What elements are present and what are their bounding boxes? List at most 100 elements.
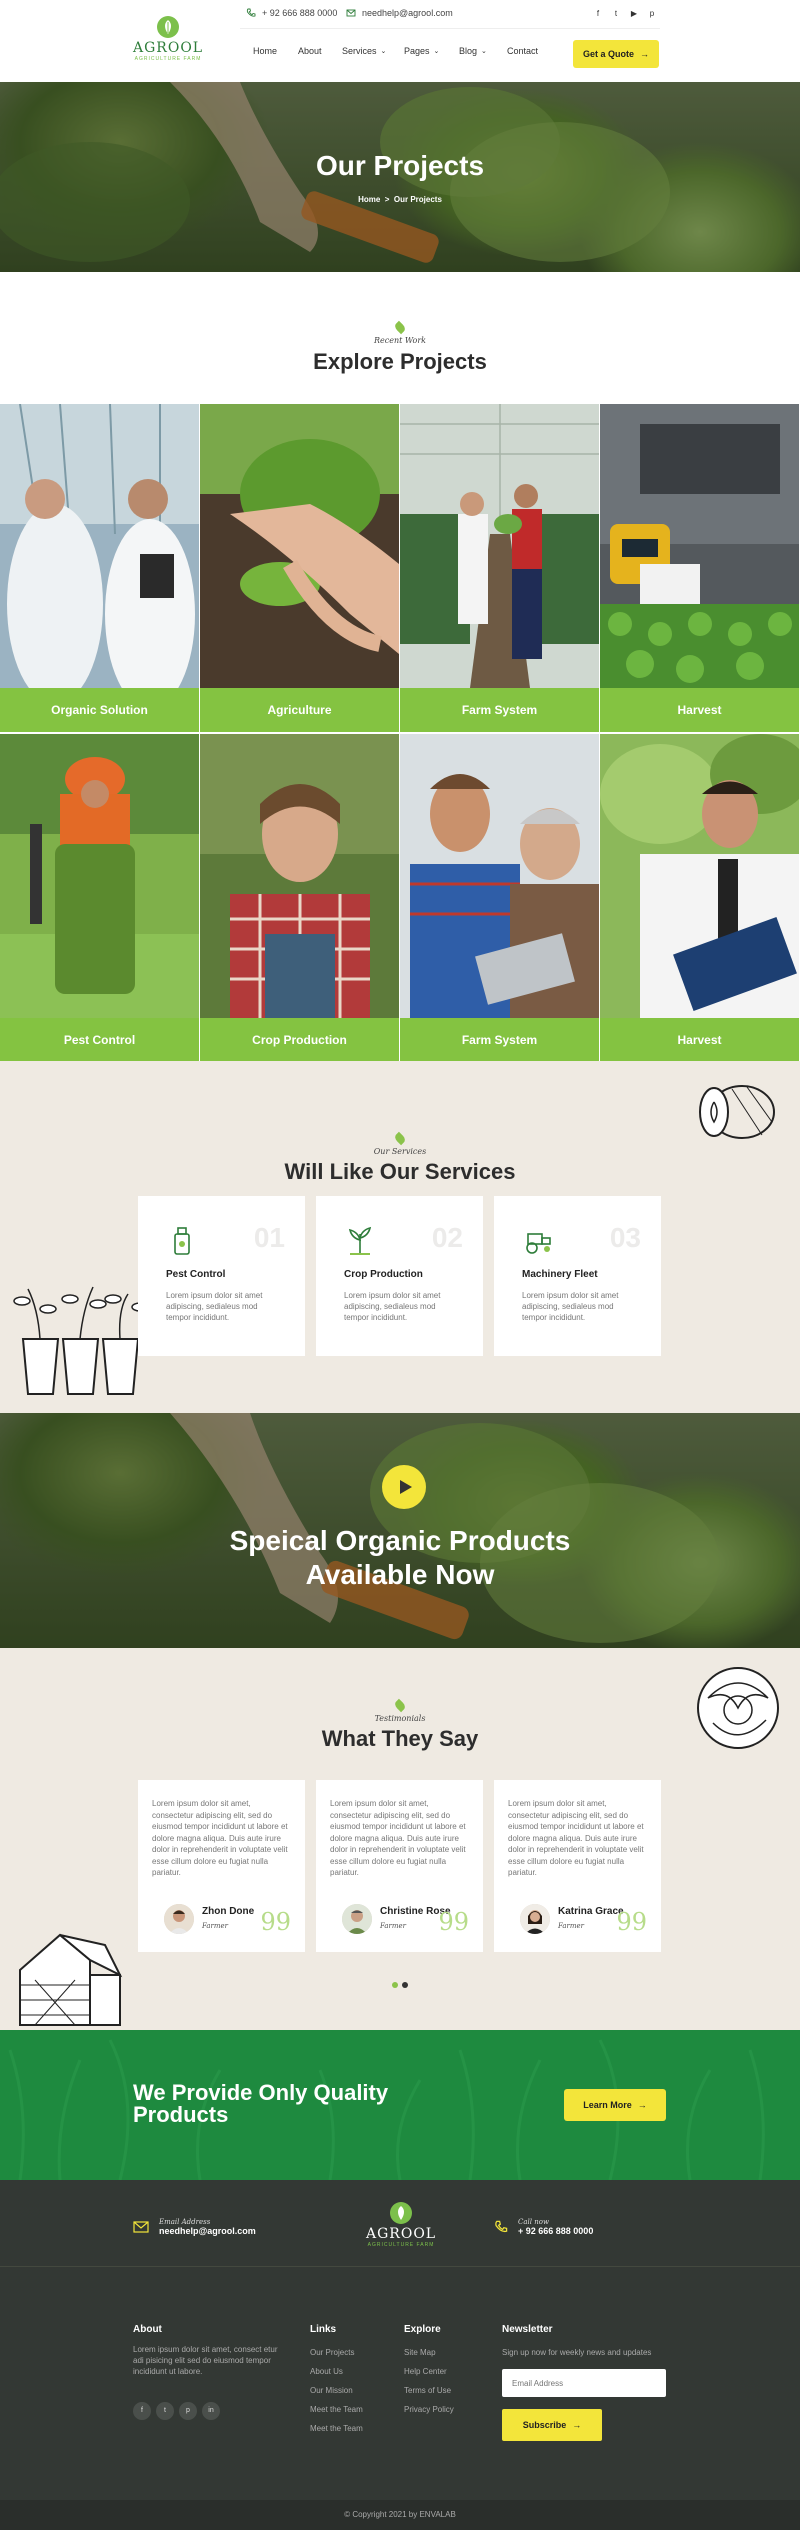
about-text: Lorem ipsum dolor sit amet, consect etur… [133,2345,278,2376]
facebook-icon[interactable]: f [133,2402,151,2420]
services-section: Our Services Will Like Our Services 01 P… [0,1061,800,1413]
footer-link[interactable]: Meet the Team [310,2405,363,2414]
chevron-down-icon: ⌄ [433,48,440,55]
twitter-icon[interactable]: t [156,2402,174,2420]
footer-divider [0,2266,800,2267]
project-label: Harvest [600,1018,799,1062]
project-card[interactable]: Organic Solution [0,404,199,738]
service-card[interactable]: 03 Machinery Fleet Lorem ipsum dolor sit… [494,1196,661,1356]
page-hero: Our Projects Home > Our Projects [0,82,800,272]
explore-subtitle: Recent Work [373,336,427,345]
testimonial-text: Lorem ipsum dolor sit amet, consectetur … [152,1799,288,1877]
main-nav: AGROOL AGRICULTURE FARM Home About Servi… [0,16,800,82]
nav-contact[interactable]: Contact [507,46,538,56]
project-label: Farm System [400,688,599,732]
project-card[interactable]: Harvest [600,404,799,738]
copyright-bar: © Copyright 2021 by ENVALAB [0,2500,800,2530]
learn-more-button[interactable]: Learn More → [564,2089,666,2121]
services-subtitle: Our Services [373,1147,427,1156]
service-title: Crop Production [344,1269,423,1280]
avatar [520,1904,550,1934]
subscribe-label: Subscribe [522,2420,567,2430]
slider-dot[interactable] [402,1982,408,1988]
service-card[interactable]: 01 Pest Control Lorem ipsum dolor sit am… [138,1196,305,1356]
footer-email-block[interactable]: Email Address needhelp@agrool.com [133,2218,256,2236]
project-label: Harvest [600,688,799,732]
instagram-icon[interactable]: in [202,2402,220,2420]
service-title: Pest Control [166,1269,226,1280]
pinterest-icon[interactable]: p [646,8,658,20]
testimonial-name: Zhon Done [202,1906,255,1917]
testimonials-title: What They Say [321,1726,479,1751]
email-contact[interactable]: needhelp@agrool.com [346,8,453,18]
breadcrumb: Home > Our Projects [0,195,800,204]
site-footer: Email Address needhelp@agrool.com AGROOL … [0,2180,800,2500]
nav-about[interactable]: About [298,46,322,56]
quote-icon: 99 [438,1908,469,1936]
nav-pages[interactable]: Pages ⌄ [404,46,439,56]
phone-contact[interactable]: + 92 666 888 0000 [246,8,337,18]
breadcrumb-current: Our Projects [393,195,442,204]
nav-home[interactable]: Home [253,46,277,56]
newsletter-email-input[interactable] [502,2369,666,2397]
testimonial-name: Katrina Grace [558,1906,624,1917]
logo-name: AGROOL [366,2226,437,2242]
project-card[interactable]: Pest Control [0,734,199,1068]
page-title: Our Projects [315,150,485,181]
chevron-down-icon: ⌄ [481,48,487,55]
footer-link[interactable]: Privacy Policy [404,2405,454,2414]
topbar-divider [240,28,660,29]
footer-link[interactable]: About Us [310,2367,343,2376]
project-card[interactable]: Farm System [400,734,599,1068]
footer-phone-block[interactable]: Call now + 92 666 888 0000 [494,2218,593,2236]
video-title-line1: Speical Organic Products [229,1525,571,1556]
site-logo[interactable]: AGROOL AGRICULTURE FARM [133,16,203,62]
service-card[interactable]: 02 Crop Production Lorem ipsum dolor sit… [316,1196,483,1356]
nav-services[interactable]: Services ⌄ [342,46,386,56]
project-card[interactable]: Crop Production [200,734,399,1068]
leaf-icon [393,320,407,335]
spray-bottle-icon [174,1227,190,1255]
video-title-line2: Available Now [305,1559,495,1590]
facebook-icon[interactable]: f [592,8,604,20]
youtube-icon[interactable]: ▶ [628,8,640,20]
subscribe-button[interactable]: Subscribe → [502,2409,602,2441]
arrow-right-icon: → [572,2420,582,2430]
play-button[interactable] [382,1465,426,1509]
footer-link[interactable]: Our Projects [310,2348,354,2357]
tractor-icon [526,1233,551,1254]
logo-name: AGROOL [133,40,204,56]
project-image [0,734,199,1018]
slider-dot-active[interactable] [392,1982,398,1988]
avatar [342,1904,372,1934]
pinterest-icon[interactable]: p [179,2402,197,2420]
get-quote-button[interactable]: Get a Quote → [573,40,659,68]
footer-link[interactable]: Site Map [404,2348,436,2357]
service-text: Lorem ipsum dolor sit amet adipiscing, s… [166,1291,263,1322]
project-image [200,404,399,688]
footer-link[interactable]: Help Center [404,2367,447,2376]
testimonial-role: Farmer [558,1922,585,1930]
quote-label: Get a Quote [582,49,634,59]
plant-growth-icon [348,1226,372,1255]
project-label: Agriculture [200,688,399,732]
testimonial-text: Lorem ipsum dolor sit amet, consectetur … [508,1799,644,1877]
nav-pages-label: Pages [404,46,430,56]
phone-icon [495,2220,508,2233]
newsletter-text: Sign up now for weekly news and updates [502,2348,652,2357]
service-number: 03 [609,1222,641,1253]
footer-link[interactable]: Meet the Team [310,2424,363,2433]
footer-email: needhelp@agrool.com [159,2226,256,2236]
project-card[interactable]: Farm System [400,404,599,738]
footer-link[interactable]: Our Mission [310,2386,353,2395]
project-card[interactable]: Harvest [600,734,799,1068]
twitter-icon[interactable]: t [610,8,622,20]
project-image [0,404,199,688]
breadcrumb-home[interactable]: Home [358,195,380,204]
nav-blog[interactable]: Blog ⌄ [459,46,487,56]
arrow-right-icon: → [640,49,649,59]
project-card[interactable]: Agriculture [200,404,399,738]
footer-link[interactable]: Terms of Use [404,2386,451,2395]
testimonial-role: Farmer [202,1922,229,1930]
footer-logo[interactable]: AGROOL AGRICULTURE FARM [366,2202,436,2248]
